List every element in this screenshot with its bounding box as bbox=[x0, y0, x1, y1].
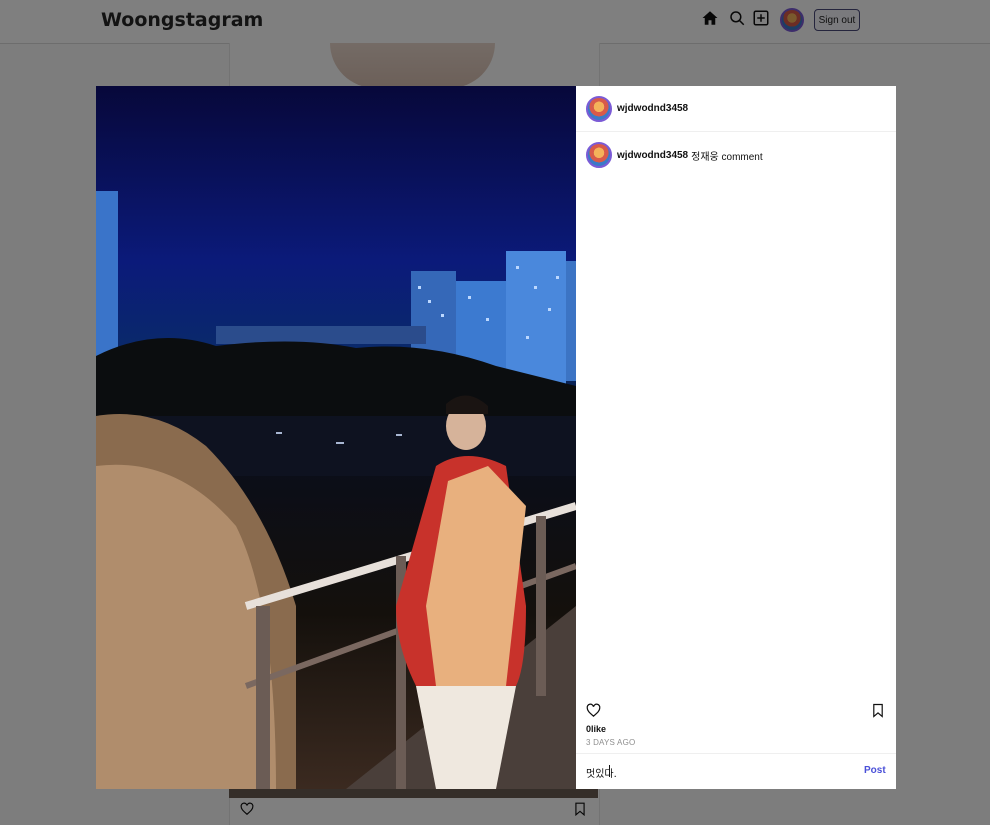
comment-input[interactable] bbox=[586, 764, 826, 780]
comment-text: 정재웅 comment bbox=[691, 151, 763, 163]
text-cursor bbox=[609, 765, 610, 777]
comment-item: wjdwodnd3458 정재웅 comment bbox=[576, 132, 896, 168]
author-avatar[interactable] bbox=[586, 95, 612, 122]
commenter-username[interactable]: wjdwodnd3458 bbox=[617, 150, 688, 161]
post-detail-sidebar: wjdwodnd3458 wjdwodnd3458 정재웅 comment 0l… bbox=[576, 86, 896, 789]
like-heart-icon[interactable] bbox=[586, 703, 601, 723]
post-photo bbox=[96, 86, 576, 789]
comment-form: Post bbox=[576, 753, 896, 789]
author-username[interactable]: wjdwodnd3458 bbox=[617, 103, 688, 114]
post-actions bbox=[576, 702, 896, 724]
post-author-header: wjdwodnd3458 bbox=[576, 86, 896, 132]
post-timestamp: 3 DAYS AGO bbox=[586, 738, 636, 747]
bookmark-icon[interactable] bbox=[872, 703, 884, 723]
post-comment-button[interactable]: Post bbox=[864, 765, 886, 776]
commenter-avatar[interactable] bbox=[586, 142, 612, 168]
post-detail-modal: wjdwodnd3458 wjdwodnd3458 정재웅 comment 0l… bbox=[96, 86, 896, 789]
likes-count: 0like bbox=[586, 724, 607, 734]
